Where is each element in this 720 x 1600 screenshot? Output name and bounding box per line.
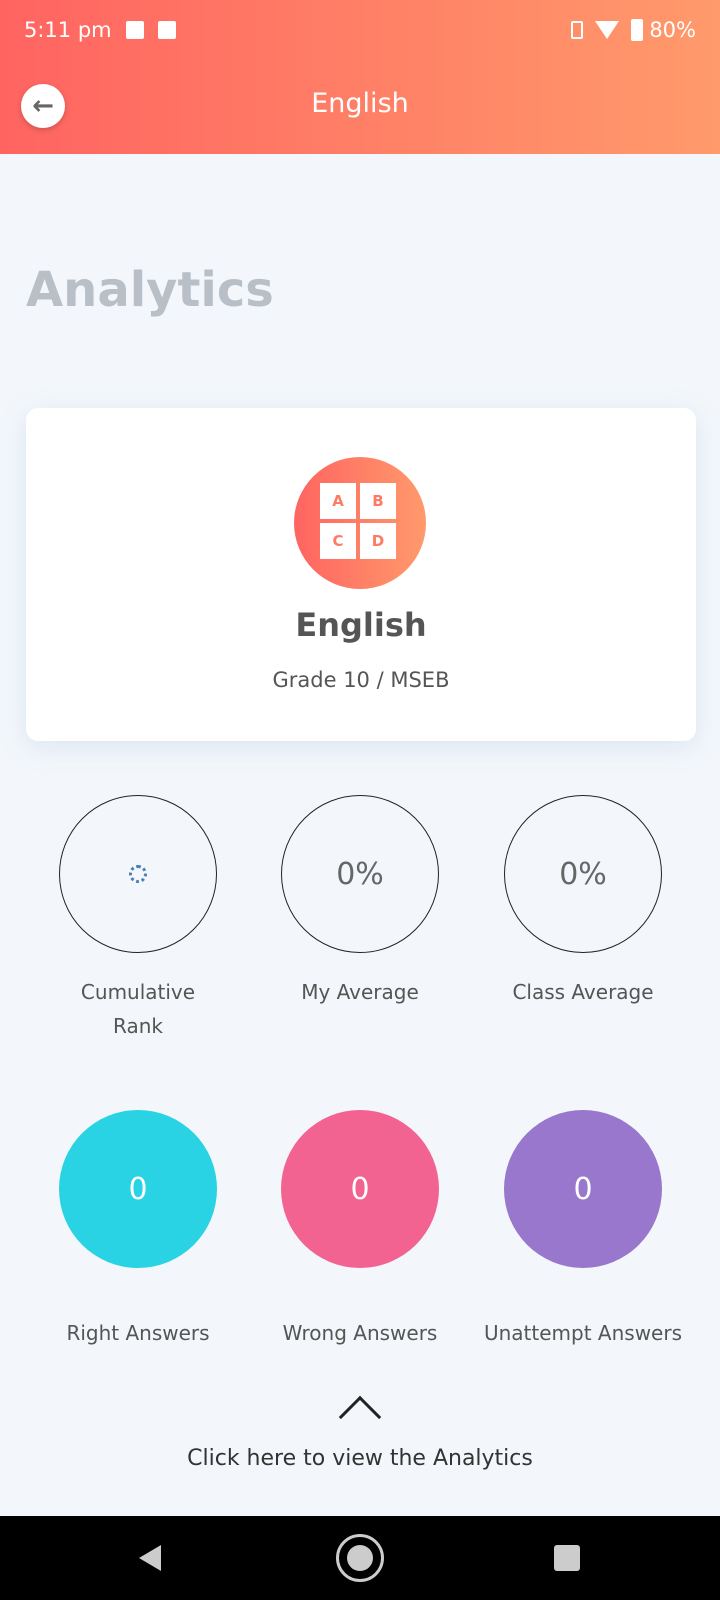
- view-analytics-link[interactable]: Click here to view the Analytics: [0, 1446, 720, 1471]
- status-time: 5:11 pm: [24, 18, 112, 42]
- stat-value: 0: [59, 1110, 217, 1268]
- gallery-icon: [125, 21, 144, 39]
- home-dot: [347, 1545, 373, 1571]
- stat-value: 0%: [504, 795, 662, 953]
- stat-label: Wrong Answers: [282, 1321, 438, 1345]
- stat-my-average: 0% My Average: [250, 795, 470, 1009]
- logo-letter: A: [320, 483, 356, 519]
- nav-recents-icon[interactable]: [554, 1545, 580, 1571]
- stat-value: 0: [504, 1110, 662, 1268]
- stat-value: 0: [281, 1110, 439, 1268]
- rank-ring: [59, 795, 217, 953]
- course-card: A B C D English Grade 10 / MSEB: [26, 408, 696, 741]
- status-bar: 5:11 pm 80%: [24, 16, 696, 44]
- stat-wrong-answers: 0 Wrong Answers: [250, 1110, 470, 1350]
- stat-label: Unattempt Answers: [483, 1321, 683, 1345]
- stat-class-average: 0% Class Average: [473, 795, 693, 1009]
- battery-icon: [631, 19, 644, 41]
- app-header: 5:11 pm 80% ← English: [0, 0, 720, 154]
- stat-label-line: Cumulative: [80, 980, 196, 1004]
- stat-unattempt-answers: 0 Unattempt Answers: [473, 1110, 693, 1350]
- loading-spinner-icon: [129, 865, 147, 883]
- nav-back-icon[interactable]: [139, 1545, 161, 1571]
- stat-label: Right Answers: [66, 1321, 210, 1345]
- battery-percent: 80%: [649, 18, 696, 42]
- system-nav-bar: [0, 1516, 720, 1600]
- course-grade: Grade 10 / MSEB: [272, 668, 450, 692]
- course-name: English: [295, 606, 427, 644]
- nav-home-icon[interactable]: [336, 1534, 384, 1582]
- stat-right-answers: 0 Right Answers: [28, 1110, 248, 1350]
- logo-letter: B: [360, 483, 396, 519]
- facebook-icon: [157, 21, 176, 39]
- logo-letter: C: [320, 523, 356, 559]
- logo-letter: D: [360, 523, 396, 559]
- stat-label-line: Rank: [113, 1014, 163, 1038]
- stat-value: 0%: [281, 795, 439, 953]
- wifi-icon: [595, 21, 620, 39]
- stat-label: Class Average: [512, 980, 654, 1004]
- stat-label: Cumulative Rank: [28, 975, 248, 1043]
- header-title: English: [311, 88, 409, 119]
- chevron-up-icon[interactable]: [338, 1395, 382, 1439]
- abcd-logo-icon: A B C D: [294, 457, 426, 589]
- vibrate-icon: [571, 21, 584, 39]
- page-title: Analytics: [26, 262, 274, 318]
- stat-cumulative-rank: Cumulative Rank: [28, 795, 248, 1043]
- stat-label: My Average: [301, 980, 419, 1004]
